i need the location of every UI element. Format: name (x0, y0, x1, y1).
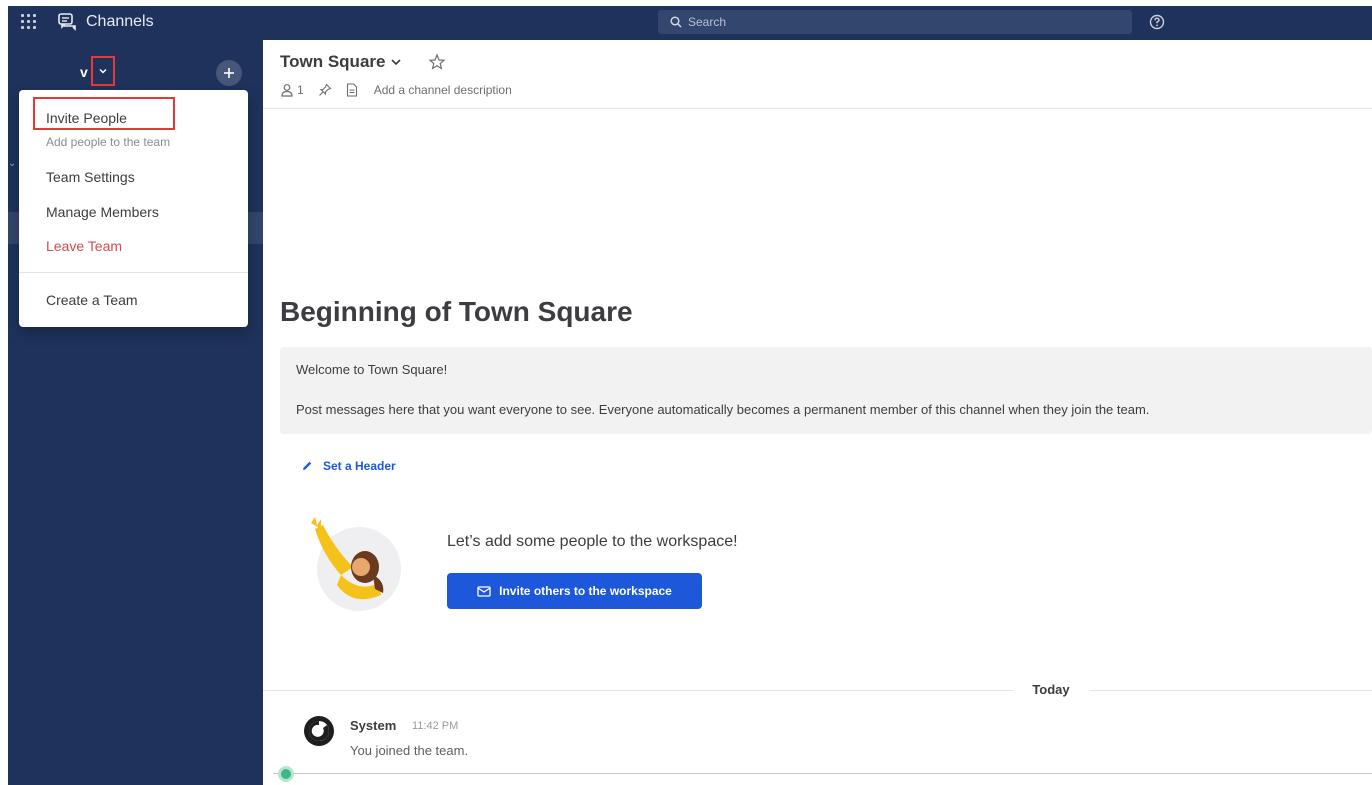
menu-item-manage-members[interactable]: Manage Members (46, 204, 159, 220)
category-collapse-icon[interactable]: ⌄ (8, 158, 16, 169)
chevron-down-icon (99, 68, 107, 74)
online-status-indicator[interactable] (278, 766, 294, 782)
menu-item-leave-team[interactable]: Leave Team (46, 238, 122, 254)
member-count-button[interactable]: 1 (280, 83, 304, 97)
plus-icon (224, 68, 234, 78)
product-switcher[interactable]: Channels (58, 10, 154, 34)
add-channel-button[interactable] (216, 60, 242, 86)
channel-view: Town Square 1 Add a channel description … (263, 40, 1372, 785)
mattermost-logo-icon (304, 716, 334, 746)
menu-divider (19, 272, 248, 273)
channel-title: Town Square (280, 52, 386, 71)
help-icon[interactable] (1147, 12, 1167, 32)
composer-border (273, 773, 1372, 774)
favorite-star-icon[interactable] (428, 53, 446, 71)
chevron-down-icon (391, 59, 402, 66)
global-header: Channels Search (8, 6, 1372, 40)
search-box[interactable]: Search (658, 10, 1132, 34)
team-name[interactable]: v (80, 60, 88, 84)
channel-intro-title: Beginning of Town Square (280, 296, 633, 327)
pencil-icon (303, 461, 312, 470)
member-icon (281, 84, 293, 97)
pin-icon[interactable] (318, 83, 332, 97)
menu-item-team-settings[interactable]: Team Settings (46, 169, 135, 185)
product-menu-grid-icon[interactable] (20, 13, 38, 31)
team-dropdown-menu: Invite People Add people to the team Tea… (19, 90, 248, 327)
invite-illustration-image (311, 517, 401, 611)
menu-item-invite-people[interactable]: Invite People (46, 110, 127, 126)
channel-title-button[interactable]: Town Square (280, 52, 403, 72)
invite-others-label: Invite others to the workspace (499, 584, 672, 598)
channel-description-placeholder[interactable]: Add a channel description (374, 83, 512, 97)
channel-meta: 1 Add a channel description (280, 81, 512, 99)
channels-icon (58, 13, 76, 31)
file-icon[interactable] (346, 83, 358, 97)
search-icon (670, 16, 682, 28)
post-message: You joined the team. (350, 743, 469, 758)
search-placeholder: Search (688, 15, 727, 29)
envelope-icon (477, 585, 491, 597)
date-separator-line (263, 690, 1372, 691)
team-menu-toggle[interactable] (91, 56, 115, 86)
menu-item-create-team[interactable]: Create a Team (46, 292, 138, 308)
post-author[interactable]: System (350, 718, 396, 733)
app-window: Channels Search v ⌄ Invite People Add pe… (8, 6, 1372, 785)
add-people-heading: Let’s add some people to the workspace! (447, 533, 738, 550)
set-header-label: Set a Header (323, 459, 396, 473)
welcome-body: Post messages here that you want everyon… (296, 402, 1150, 417)
welcome-title: Welcome to Town Square! (296, 362, 448, 377)
menu-item-invite-people-subtext: Add people to the team (46, 135, 171, 149)
member-count: 1 (297, 83, 304, 97)
channel-header: Town Square 1 Add a channel description (263, 40, 1372, 109)
product-name: Channels (86, 13, 154, 30)
set-header-button[interactable]: Set a Header (301, 459, 396, 473)
invite-others-button[interactable]: Invite others to the workspace (447, 573, 702, 609)
welcome-card: Welcome to Town Square! Post messages he… (280, 347, 1372, 434)
date-separator-label: Today (1013, 682, 1089, 697)
post-time[interactable]: 11:42 PM (412, 720, 458, 732)
